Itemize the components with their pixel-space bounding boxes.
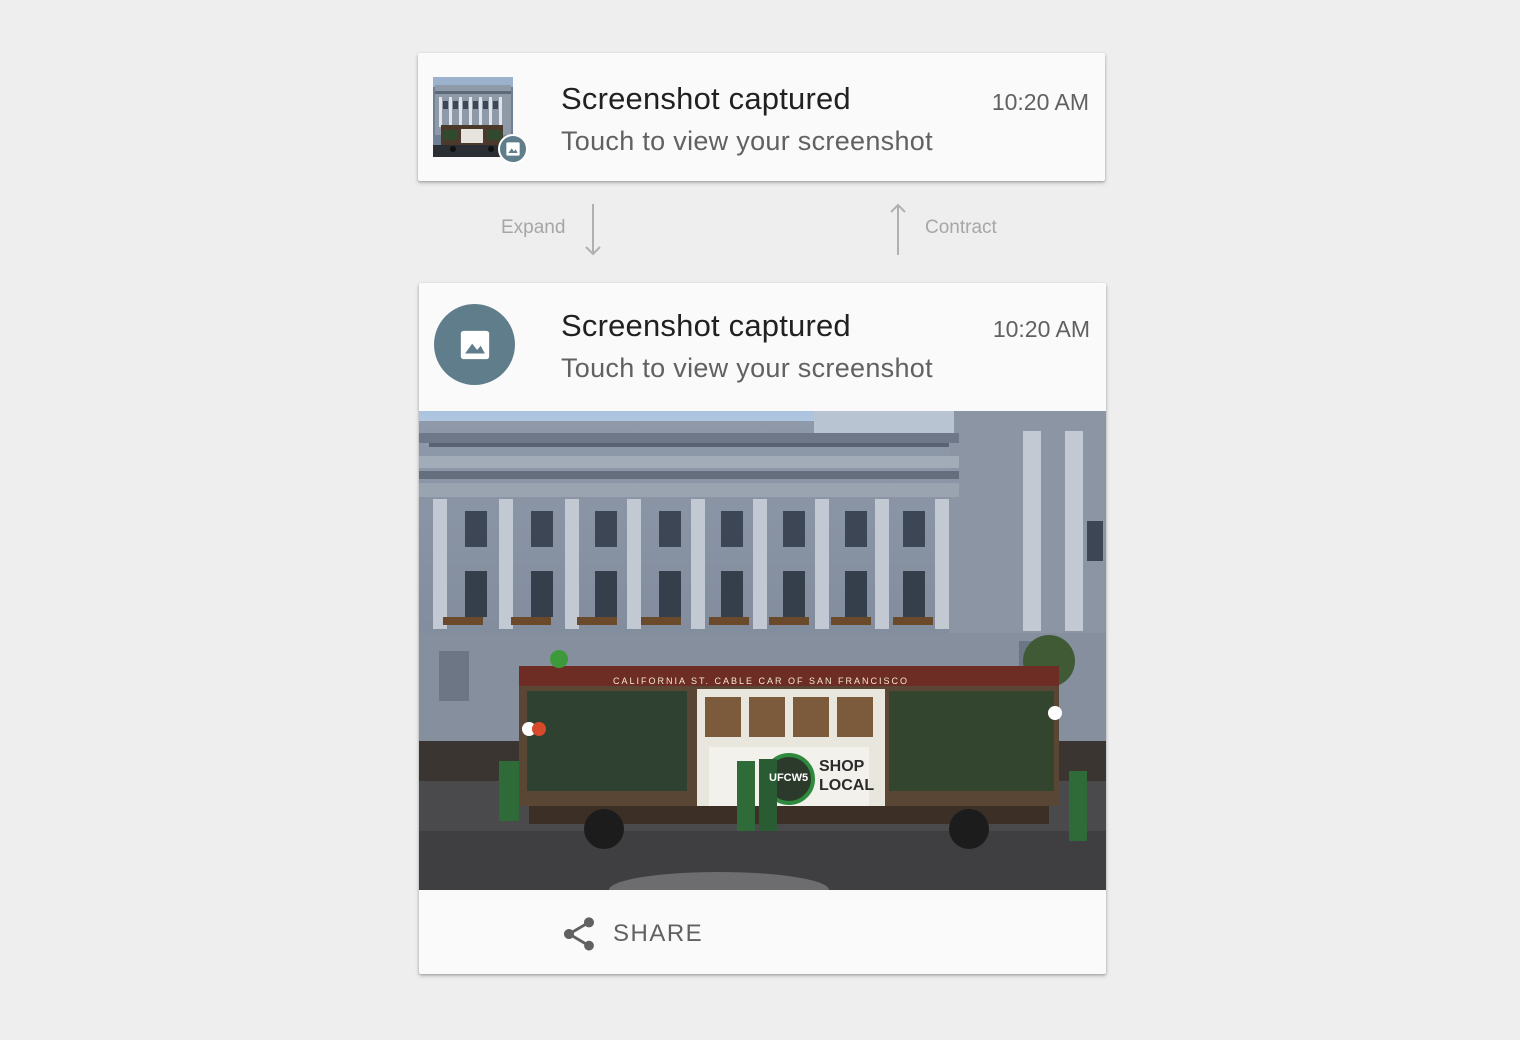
arrow-up-icon <box>890 203 906 255</box>
union-logo-text: UFCW5 <box>769 772 809 784</box>
expand-label: Expand <box>501 217 566 238</box>
share-label: SHARE <box>613 920 704 947</box>
share-icon <box>564 917 594 951</box>
image-icon <box>434 304 515 385</box>
screenshot-preview-image[interactable]: CALIFORNIA ST. CABLE CAR OF SAN FRANCISC… <box>419 411 1106 890</box>
image-icon <box>498 134 528 164</box>
notification-subtitle: Touch to view your screenshot <box>561 353 933 383</box>
share-button[interactable]: SHARE <box>559 914 703 954</box>
notification-expanded[interactable]: Screenshot captured Touch to view your s… <box>419 283 1106 974</box>
cable-car-banner-text: CALIFORNIA ST. CABLE CAR OF SAN FRANCISC… <box>613 676 910 686</box>
shop-local-sign: SHOP LOCAL <box>819 758 875 794</box>
notification-actions: SHARE <box>419 890 1106 974</box>
notification-time: 10:20 AM <box>991 89 1089 115</box>
notification-time: 10:20 AM <box>992 316 1090 342</box>
notification-title: Screenshot captured <box>561 308 851 343</box>
notification-demo: Screenshot captured Touch to view your s… <box>0 0 1520 1040</box>
notification-title: Screenshot captured <box>561 81 851 116</box>
contract-label: Contract <box>925 217 997 238</box>
notification-subtitle: Touch to view your screenshot <box>561 126 933 156</box>
notification-collapsed[interactable]: Screenshot captured Touch to view your s… <box>418 53 1105 181</box>
arrow-down-icon <box>585 204 601 256</box>
